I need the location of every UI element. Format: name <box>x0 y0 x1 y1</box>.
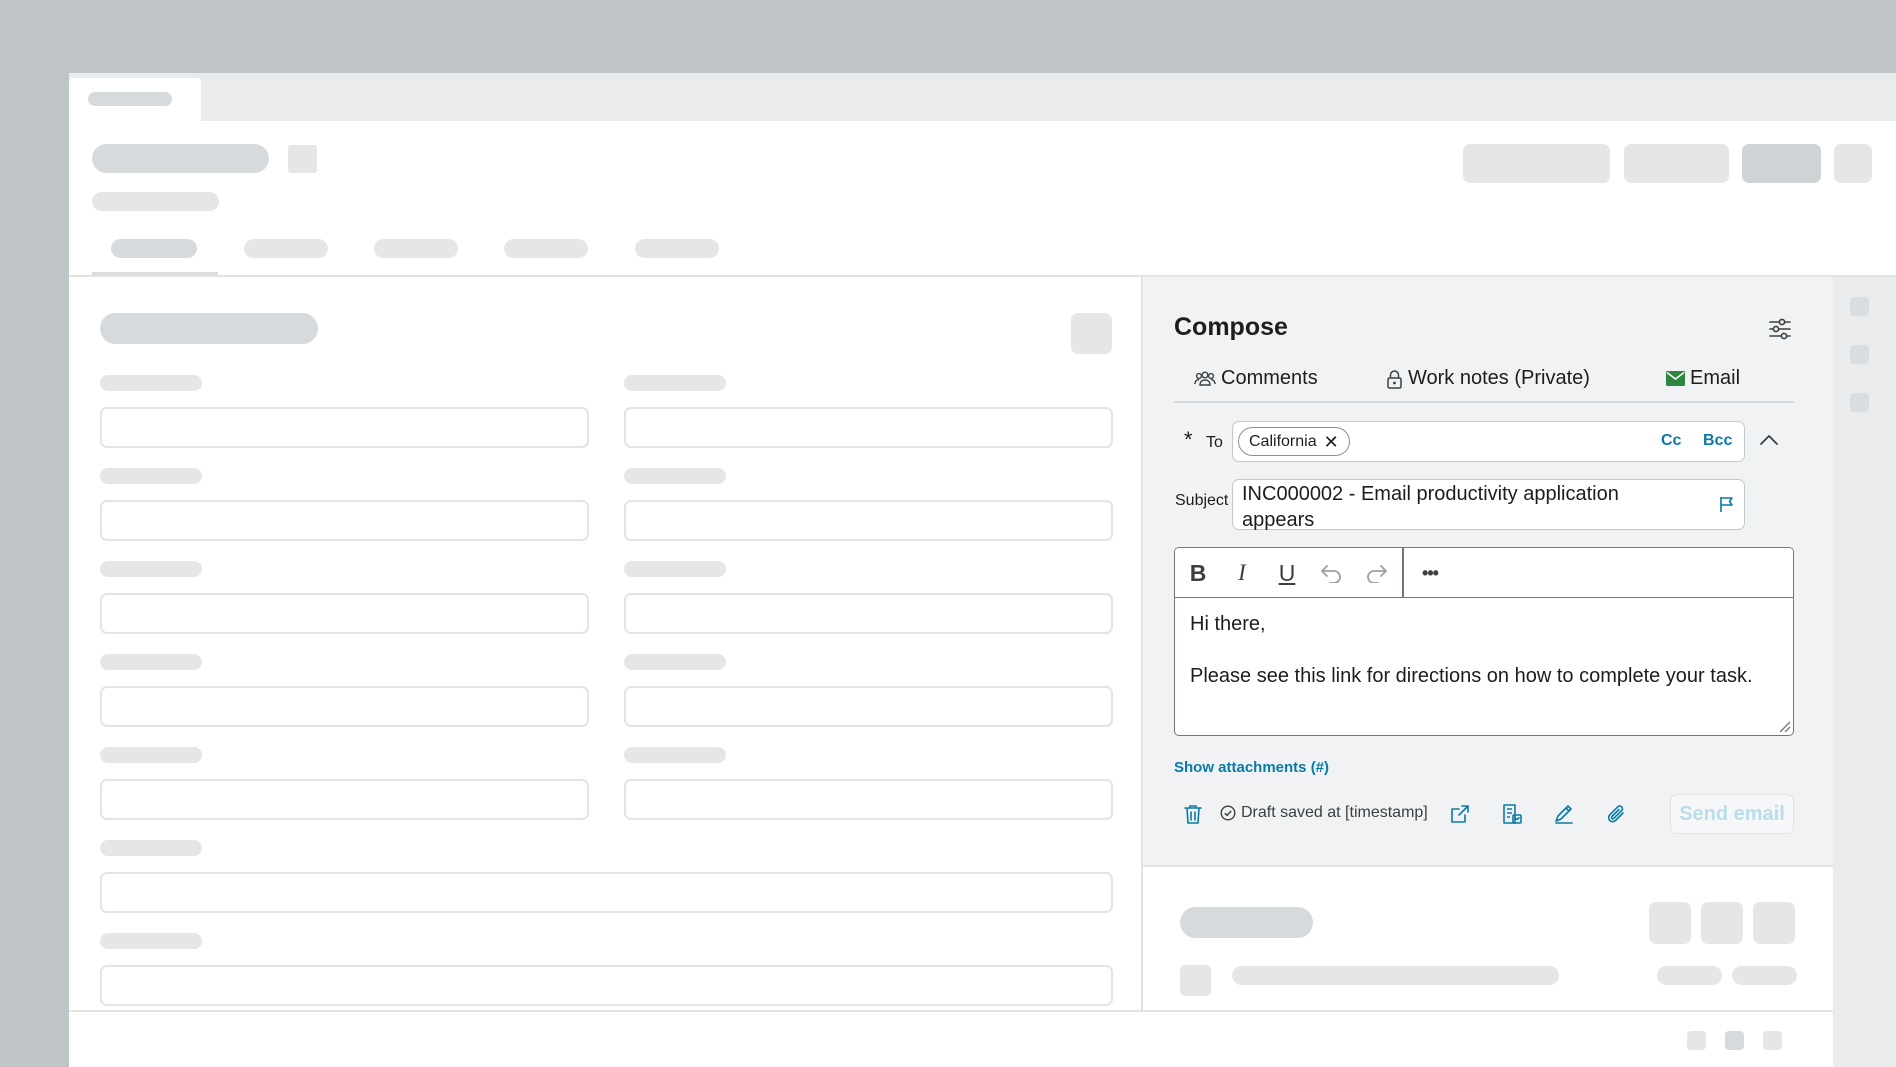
section-action-placeholder[interactable] <box>1071 313 1112 354</box>
draft-status-text: Draft saved at [timestamp] <box>1241 804 1428 821</box>
editor-toolbar: B I U ••• <box>1175 548 1793 598</box>
activity-meta-placeholder-2 <box>1732 966 1797 985</box>
activity-meta-placeholder-1 <box>1657 966 1722 985</box>
activity-action-1[interactable] <box>1649 902 1691 944</box>
form-field-wide[interactable] <box>100 872 1113 913</box>
form-field[interactable] <box>100 500 589 541</box>
open-external-icon[interactable] <box>1449 803 1471 825</box>
form-field[interactable] <box>100 407 589 448</box>
people-icon <box>1194 371 1216 386</box>
tab-strip <box>69 73 1896 121</box>
rail-button-3[interactable] <box>1850 393 1869 412</box>
page-tab-3[interactable] <box>374 239 458 258</box>
flag-icon[interactable] <box>1718 495 1736 513</box>
send-email-button[interactable]: Send email <box>1670 794 1794 834</box>
compose-panel: Compose Comments Work notes (Private) Em… <box>1143 277 1833 867</box>
trash-icon[interactable] <box>1182 803 1204 825</box>
page-tab-5[interactable] <box>635 239 719 258</box>
bottom-bar <box>69 1010 1833 1067</box>
page-tab-4[interactable] <box>504 239 588 258</box>
check-circle-icon <box>1220 805 1236 821</box>
email-body-editor: B I U ••• Hi there, Please see this link… <box>1174 547 1794 736</box>
subtitle-placeholder <box>92 192 219 211</box>
page-tab-1[interactable] <box>111 239 197 258</box>
toolbar-divider <box>1402 548 1404 598</box>
form-field[interactable] <box>100 593 589 634</box>
settings-sliders-icon[interactable] <box>1767 317 1793 341</box>
recipient-chip-label: California <box>1249 432 1317 450</box>
chevron-up-icon[interactable] <box>1759 433 1779 447</box>
form-field[interactable] <box>624 686 1113 727</box>
recipient-chip: California ✕ <box>1238 427 1350 456</box>
subject-field[interactable]: INC000002 - Email productivity applicati… <box>1232 479 1745 531</box>
activity-avatar-placeholder <box>1180 965 1211 996</box>
activity-line-placeholder <box>1232 966 1559 985</box>
paperclip-icon[interactable] <box>1605 803 1627 825</box>
form-field-wide[interactable] <box>100 965 1113 1006</box>
envelope-icon <box>1666 371 1685 386</box>
header-action-1[interactable] <box>1463 144 1610 183</box>
header-action-3[interactable] <box>1742 144 1821 183</box>
activity-title-placeholder <box>1180 907 1313 938</box>
to-field[interactable]: California ✕ Cc Bcc <box>1232 421 1745 462</box>
draft-status: Draft saved at [timestamp] <box>1220 804 1428 822</box>
bottom-button-1[interactable] <box>1687 1031 1706 1050</box>
bottom-button-2[interactable] <box>1725 1031 1744 1050</box>
redo-icon <box>1367 565 1387 583</box>
editor-content[interactable]: Hi there, Please see this link for direc… <box>1190 611 1770 689</box>
app-window: Compose Comments Work notes (Private) Em… <box>69 73 1896 1067</box>
body-message: Please see this link for directions on h… <box>1190 665 1753 687</box>
undo-icon <box>1321 565 1341 583</box>
show-attachments-link[interactable]: Show attachments (#) <box>1174 759 1329 776</box>
required-marker: * <box>1184 427 1193 452</box>
page-tab-2[interactable] <box>244 239 328 258</box>
tab-comments[interactable]: Comments <box>1194 367 1318 390</box>
subject-value: INC000002 - Email productivity applicati… <box>1242 483 1619 531</box>
compose-footer: Draft saved at [timestamp] Send email <box>1174 792 1794 836</box>
form-field[interactable] <box>624 407 1113 448</box>
bold-button[interactable]: B <box>1183 558 1213 588</box>
bottom-button-3[interactable] <box>1763 1031 1782 1050</box>
tab-work-notes-label: Work notes (Private) <box>1408 367 1590 389</box>
to-label: To <box>1206 434 1223 451</box>
header-action-4[interactable] <box>1834 144 1872 183</box>
italic-button[interactable]: I <box>1227 558 1257 588</box>
form-field[interactable] <box>624 593 1113 634</box>
signature-icon[interactable] <box>1553 803 1575 825</box>
tab-comments-label: Comments <box>1221 367 1318 389</box>
title-icon-placeholder <box>288 145 317 173</box>
form-field[interactable] <box>100 779 589 820</box>
body-greeting: Hi there, <box>1190 613 1266 635</box>
more-options-button[interactable]: ••• <box>1415 558 1445 588</box>
redo-button[interactable] <box>1362 558 1392 588</box>
compose-title: Compose <box>1174 313 1288 341</box>
rail-button-2[interactable] <box>1850 345 1869 364</box>
section-title-placeholder <box>100 313 318 344</box>
underline-button[interactable]: U <box>1272 558 1302 588</box>
compose-tabs: Comments Work notes (Private) Email <box>1174 357 1794 403</box>
cc-button[interactable]: Cc <box>1661 432 1681 450</box>
active-tab[interactable] <box>69 78 201 121</box>
lock-icon <box>1387 369 1402 389</box>
template-icon[interactable] <box>1501 803 1523 825</box>
tab-email-label: Email <box>1690 367 1741 389</box>
tab-email[interactable]: Email <box>1666 367 1740 390</box>
remove-recipient-icon[interactable]: ✕ <box>1324 433 1339 451</box>
activity-action-3[interactable] <box>1753 902 1795 944</box>
resize-grip-icon[interactable] <box>1777 719 1791 733</box>
subject-label: Subject <box>1175 492 1229 509</box>
page-title-placeholder <box>92 144 269 173</box>
form-field[interactable] <box>624 500 1113 541</box>
rail-button-1[interactable] <box>1850 297 1869 316</box>
bcc-button[interactable]: Bcc <box>1703 432 1732 450</box>
tab-work-notes[interactable]: Work notes (Private) <box>1386 367 1590 390</box>
undo-button[interactable] <box>1316 558 1346 588</box>
form-field[interactable] <box>100 686 589 727</box>
form-pane <box>69 277 1142 1011</box>
form-field[interactable] <box>624 779 1113 820</box>
header-action-2[interactable] <box>1624 144 1729 183</box>
activity-action-2[interactable] <box>1701 902 1743 944</box>
right-rail <box>1833 277 1896 1067</box>
